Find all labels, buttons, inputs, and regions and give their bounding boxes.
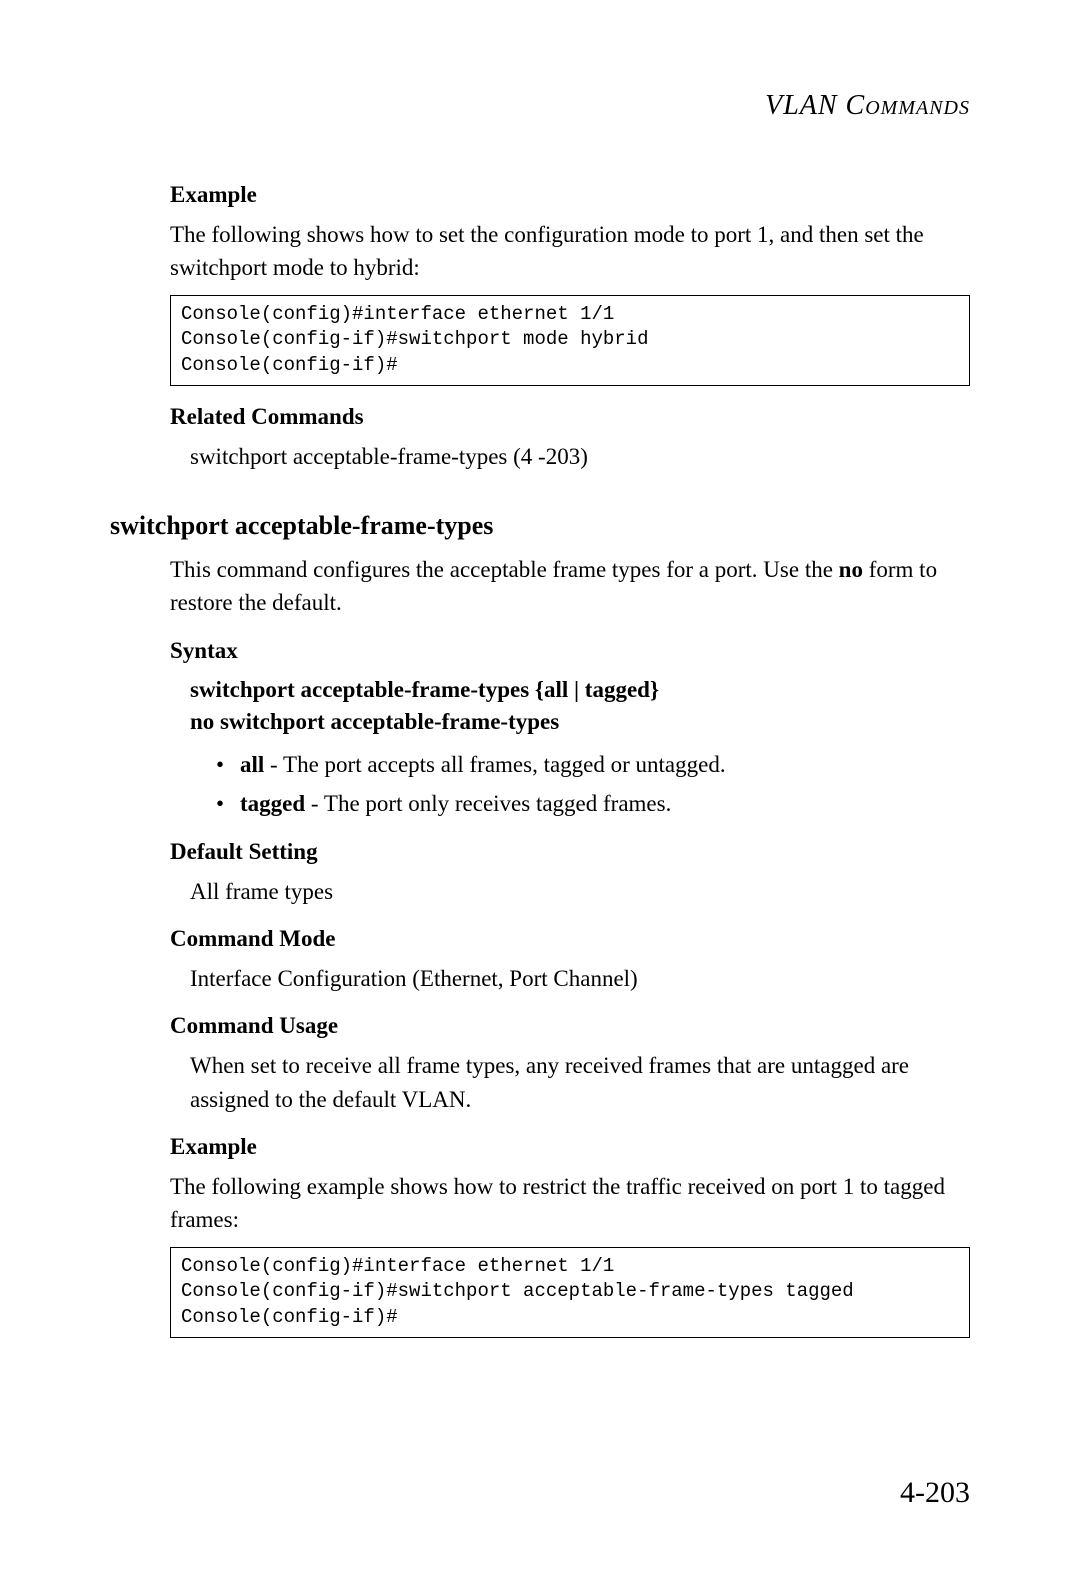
page-container: VLAN Commands Example The following show… [0, 0, 1080, 1570]
bullet-desc-all: - The port accepts all frames, tagged or… [264, 752, 725, 777]
related-commands-heading: Related Commands [170, 404, 970, 430]
intro-pre: This command configures the acceptable f… [170, 557, 839, 582]
page-number: 4-203 [900, 1476, 970, 1510]
command-mode-text: Interface Configuration (Ethernet, Port … [170, 962, 970, 995]
bullet-term-tagged: tagged [240, 791, 305, 816]
syntax-heading: Syntax [170, 638, 970, 664]
example-text-1: The following shows how to set the confi… [170, 218, 970, 285]
syntax-line-1: switchport acceptable-frame-types {all |… [190, 674, 970, 706]
list-item: tagged - The port only receives tagged f… [240, 787, 970, 820]
list-item: all - The port accepts all frames, tagge… [240, 748, 970, 781]
example-text-2: The following example shows how to restr… [170, 1170, 970, 1237]
command-usage-text: When set to receive all frame types, any… [170, 1049, 970, 1116]
command-heading: switchport acceptable-frame-types [110, 511, 970, 541]
page-header-title: VLAN Commands [110, 90, 970, 122]
code-block-1: Console(config)#interface ethernet 1/1 C… [170, 295, 970, 386]
example-heading-2: Example [170, 1134, 970, 1160]
syntax-line-2: no switchport acceptable-frame-types [190, 706, 970, 738]
default-setting-text: All frame types [170, 875, 970, 908]
code-block-2: Console(config)#interface ethernet 1/1 C… [170, 1247, 970, 1338]
syntax-bullet-list: all - The port accepts all frames, tagge… [170, 748, 970, 821]
bullet-desc-tagged: - The port only receives tagged frames. [305, 791, 671, 816]
intro-bold-no: no [839, 557, 863, 582]
content-area: Example The following shows how to set t… [110, 182, 970, 1338]
syntax-block: switchport acceptable-frame-types {all |… [170, 674, 970, 738]
bullet-term-all: all [240, 752, 264, 777]
default-setting-heading: Default Setting [170, 839, 970, 865]
command-usage-heading: Command Usage [170, 1013, 970, 1039]
related-commands-text: switchport acceptable-frame-types (4 -20… [170, 440, 970, 473]
command-intro: This command configures the acceptable f… [170, 553, 970, 620]
command-mode-heading: Command Mode [170, 926, 970, 952]
example-heading-1: Example [170, 182, 970, 208]
